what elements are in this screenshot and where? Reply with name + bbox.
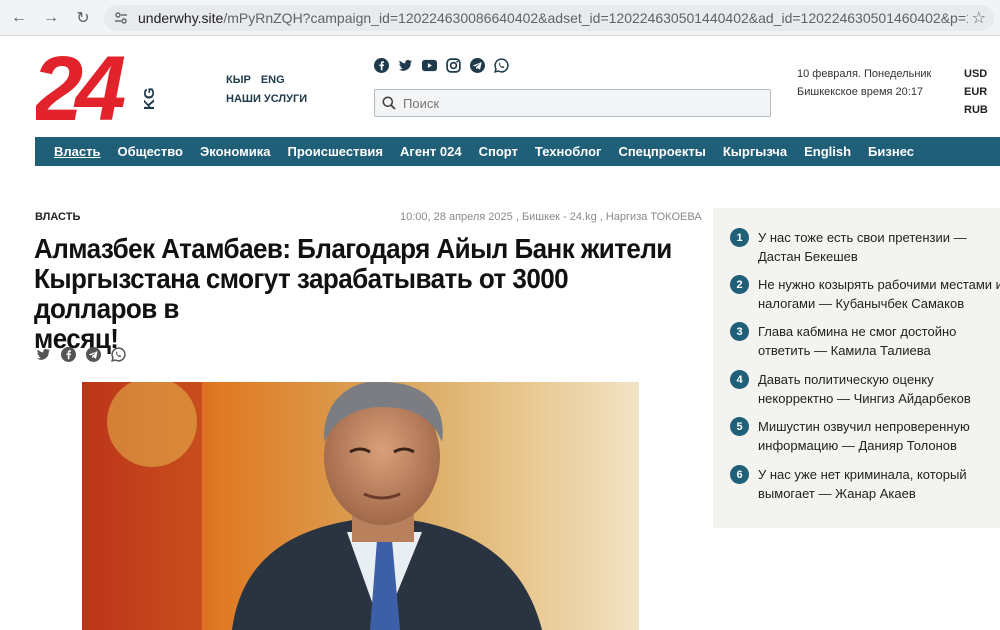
news-title-line: Не нужно козырять рабочими местами и: [758, 277, 1000, 292]
sidebar-news-item[interactable]: 4 Давать политическую оценку некорректно …: [730, 370, 1000, 408]
headline-line: месяц!: [34, 323, 119, 354]
nav-item-sport[interactable]: Спорт: [479, 144, 518, 159]
article-section[interactable]: ВЛАСТЬ: [35, 211, 80, 223]
instagram-icon[interactable]: [446, 58, 461, 73]
currency-rates: USD EUR RUB: [964, 65, 988, 119]
news-title: Глава кабмина не смог достойно ответить —…: [758, 322, 956, 360]
site-logo[interactable]: 24 KG: [30, 38, 166, 140]
url-host: underwhy.site: [138, 10, 224, 26]
nav-item-kyrgyzcha[interactable]: Кыргызча: [723, 144, 787, 159]
news-title-line: Мишустин озвучил непроверенную: [758, 419, 970, 434]
news-rank-badge: 3: [730, 322, 749, 341]
news-rank-badge: 4: [730, 370, 749, 389]
news-rank-badge: 2: [730, 275, 749, 294]
news-title-line: информацию — Данияр Толонов: [758, 438, 957, 453]
news-title-line: налогами — Кубанычбек Самаков: [758, 296, 965, 311]
forward-icon[interactable]: →: [38, 5, 64, 31]
bishkek-time: Бишкекское время 20:17: [797, 86, 924, 98]
sidebar-news-item[interactable]: 1 У нас тоже есть свои претензии — Дастан…: [730, 228, 1000, 266]
nav-item-ekonomika[interactable]: Экономика: [200, 144, 271, 159]
nav-item-spetsproekty[interactable]: Спецпроекты: [618, 144, 705, 159]
article-meta: 10:00, 28 апреля 2025 , Бишкек - 24.kg ,…: [400, 211, 702, 223]
browser-toolbar: ← → ↻ underwhy.site/mPyRnZQH?campaign_id…: [0, 0, 1000, 36]
currency-eur: EUR: [964, 86, 988, 98]
logo-number: 24: [36, 48, 125, 124]
news-rank-badge: 6: [730, 465, 749, 484]
news-title-line: некорректно — Чингиз Айдарбеков: [758, 391, 971, 406]
news-title-line: У нас тоже есть свои претензии —: [758, 230, 967, 245]
news-title-line: вымогает — Жанар Акаев: [758, 486, 916, 501]
search-box[interactable]: [374, 89, 771, 117]
nav-item-tekhnoblog[interactable]: Техноблог: [535, 144, 602, 159]
lang-kyr[interactable]: КЫР: [226, 74, 251, 86]
logo-suffix: KG: [141, 88, 158, 111]
date-time: 10 февраля. Понедельник Бишкекское время…: [797, 65, 931, 101]
lang-eng[interactable]: ENG: [261, 74, 285, 86]
nav-item-english[interactable]: English: [804, 144, 851, 159]
news-title: Мишустин озвучил непроверенную информацию…: [758, 417, 970, 455]
nav-item-agent[interactable]: Агент 024: [400, 144, 462, 159]
reload-icon[interactable]: ↻: [70, 5, 96, 31]
share-twitter-icon[interactable]: [35, 346, 51, 362]
nav-item-obshchestvo[interactable]: Общество: [117, 144, 183, 159]
share-buttons: [35, 346, 126, 362]
sidebar-news-item[interactable]: 6 У нас уже нет криминала, который вымога…: [730, 465, 1000, 503]
article-headline: Алмазбек Атамбаев: Благодаря Айыл Банк ж…: [34, 234, 685, 354]
news-title-line: У нас уже нет криминала, который: [758, 467, 967, 482]
language-switcher: КЫР ENG: [226, 74, 285, 86]
share-facebook-icon[interactable]: [60, 346, 76, 362]
headline-line: Кыргызстана смогут зарабатывать от 3000 …: [34, 263, 569, 324]
whatsapp-icon[interactable]: [494, 58, 509, 73]
main-navigation: Власть Общество Экономика Происшествия А…: [35, 137, 1000, 166]
url-text[interactable]: underwhy.site/mPyRnZQH?campaign_id=12022…: [138, 10, 968, 26]
url-path: /mPyRnZQH?campaign_id=120224630086640402…: [223, 10, 968, 26]
back-icon[interactable]: ←: [6, 5, 32, 31]
telegram-icon[interactable]: [470, 58, 485, 73]
twitter-icon[interactable]: [398, 58, 413, 73]
nav-item-proisshestviya[interactable]: Происшествия: [288, 144, 384, 159]
search-icon[interactable]: [375, 96, 403, 110]
sidebar-news-item[interactable]: 3 Глава кабмина не смог достойно ответить…: [730, 322, 1000, 360]
news-title-line: Давать политическую оценку: [758, 372, 934, 387]
search-input[interactable]: [403, 95, 743, 111]
currency-usd: USD: [964, 68, 988, 80]
news-title: Не нужно козырять рабочими местами и нало…: [758, 275, 1000, 313]
address-bar[interactable]: underwhy.site/mPyRnZQH?campaign_id=12022…: [104, 5, 994, 31]
nav-item-vlast[interactable]: Власть: [54, 144, 100, 159]
news-title: У нас тоже есть свои претензии — Дастан Б…: [758, 228, 967, 266]
youtube-icon[interactable]: [422, 58, 437, 73]
share-whatsapp-icon[interactable]: [110, 346, 126, 362]
bookmark-star-icon[interactable]: ☆: [972, 8, 986, 28]
sidebar-news-item[interactable]: 2 Не нужно козырять рабочими местами и на…: [730, 275, 1000, 313]
news-title-line: ответить — Камила Талиева: [758, 343, 931, 358]
headline-line: Алмазбек Атамбаев: Благодаря Айыл Банк ж…: [34, 233, 672, 264]
facebook-icon[interactable]: [374, 58, 389, 73]
site-settings-icon[interactable]: [110, 7, 132, 29]
currency-rub: RUB: [964, 104, 988, 116]
social-links: [374, 58, 509, 73]
our-services-link[interactable]: НАШИ УСЛУГИ: [226, 93, 307, 105]
current-date: 10 февраля. Понедельник: [797, 68, 932, 80]
news-title-line: Глава кабмина не смог достойно: [758, 324, 957, 339]
sidebar-news-item[interactable]: 5 Мишустин озвучил непроверенную информац…: [730, 417, 1000, 455]
news-title: Давать политическую оценку некорректно — …: [758, 370, 971, 408]
news-rank-badge: 1: [730, 228, 749, 247]
news-title-line: Дастан Бекешев: [758, 249, 858, 264]
news-rank-badge: 5: [730, 417, 749, 436]
article-photo: [82, 382, 639, 630]
news-title: У нас уже нет криминала, который вымогает…: [758, 465, 967, 503]
nav-item-biznes[interactable]: Бизнес: [868, 144, 914, 159]
share-telegram-icon[interactable]: [85, 346, 101, 362]
